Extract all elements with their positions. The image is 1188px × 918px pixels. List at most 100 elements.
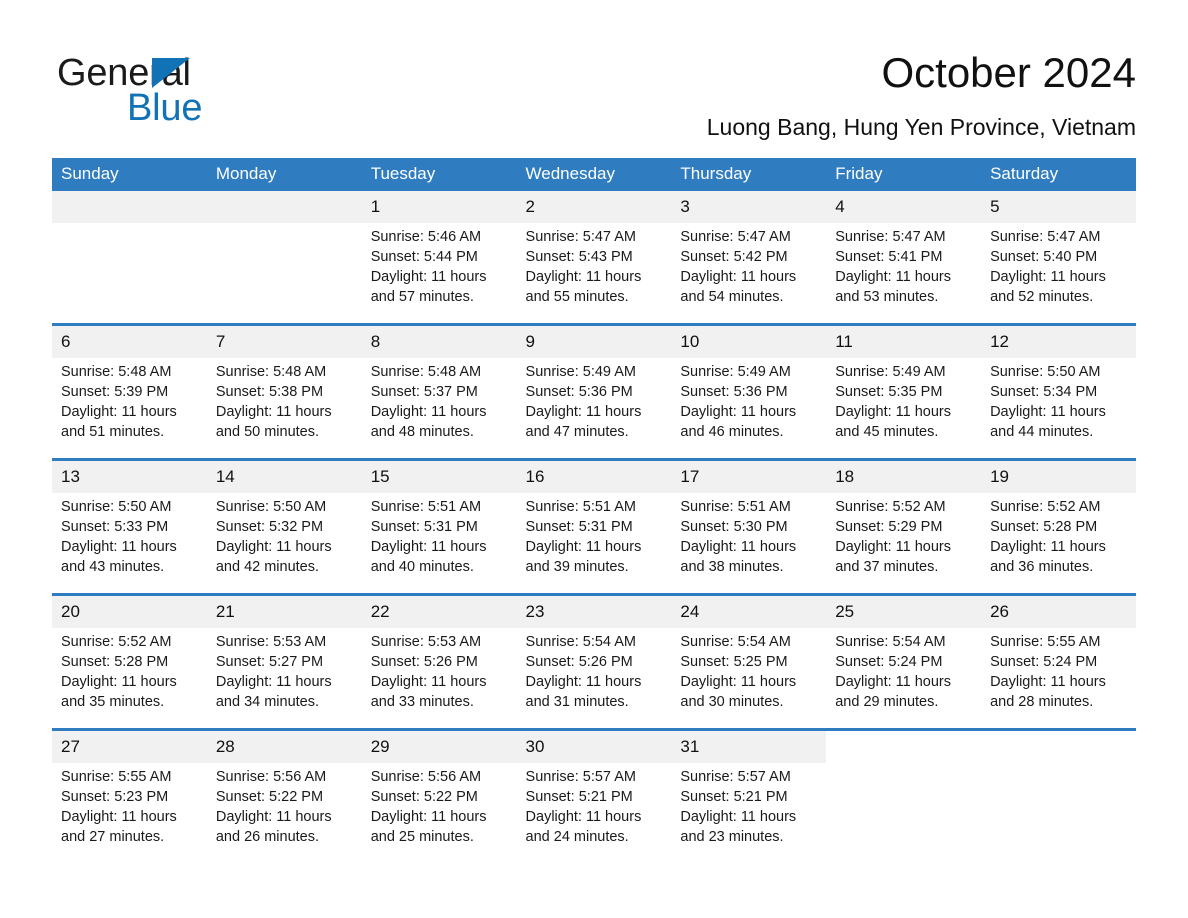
- daylight-duration-line2: and 51 minutes.: [61, 424, 165, 440]
- daylight-duration-line2: and 29 minutes.: [835, 694, 939, 710]
- sunset-time: Sunset: 5:36 PM: [525, 384, 633, 400]
- daylight-duration-line1: Daylight: 11 hours: [525, 269, 642, 285]
- calendar-week-row: 6 Sunrise: 5:48 AM Sunset: 5:39 PM Daylight…: [52, 323, 1136, 460]
- calendar-cell-empty: [206, 191, 362, 325]
- sunrise-time: Sunrise: 5:54 AM: [525, 634, 636, 650]
- day-sun-info: Sunrise: 5:56 AM Sunset: 5:22 PM Daylight:…: [362, 763, 517, 847]
- calendar-day-cell[interactable]: 6 Sunrise: 5:48 AM Sunset: 5:39 PM Daylight…: [52, 323, 207, 460]
- daylight-duration-line2: and 52 minutes.: [990, 289, 1094, 305]
- calendar-day-cell[interactable]: 22 Sunrise: 5:53 AM Sunset: 5:26 PM Dayligh…: [361, 593, 517, 730]
- calendar-day-cell[interactable]: 25 Sunrise: 5:54 AM Sunset: 5:24 PM Dayligh…: [826, 593, 982, 730]
- day-sun-info: Sunrise: 5:47 AM Sunset: 5:42 PM Daylight:…: [671, 223, 826, 307]
- daylight-duration-line2: and 40 minutes.: [370, 559, 474, 575]
- daylight-duration-line2: and 57 minutes.: [370, 289, 474, 305]
- daylight-duration-line1: Daylight: 11 hours: [990, 269, 1106, 285]
- day-sun-info: Sunrise: 5:49 AM Sunset: 5:35 PM Daylight:…: [826, 358, 981, 442]
- day-sun-info: Sunrise: 5:48 AM Sunset: 5:39 PM Daylight:…: [52, 358, 207, 442]
- calendar-day-cell[interactable]: 15 Sunrise: 5:51 AM Sunset: 5:31 PM Dayligh…: [361, 458, 517, 595]
- sunrise-time: Sunrise: 5:48 AM: [215, 364, 327, 380]
- calendar-day-cell[interactable]: 23 Sunrise: 5:54 AM Sunset: 5:26 PM Dayligh…: [516, 593, 672, 730]
- daylight-duration-line2: and 30 minutes.: [680, 694, 784, 710]
- calendar-day-cell[interactable]: 24 Sunrise: 5:54 AM Sunset: 5:25 PM Dayligh…: [671, 593, 827, 730]
- calendar-day-cell[interactable]: 11 Sunrise: 5:49 AM Sunset: 5:35 PM Dayligh…: [826, 323, 982, 460]
- day-number: 21: [206, 596, 362, 628]
- day-number: 24: [671, 596, 827, 628]
- sunset-time: Sunset: 5:32 PM: [215, 519, 324, 535]
- day-sun-info: Sunrise: 5:57 AM Sunset: 5:21 PM Daylight:…: [517, 763, 672, 847]
- calendar-day-cell[interactable]: 13 Sunrise: 5:50 AM Sunset: 5:33 PM Dayligh…: [52, 458, 207, 595]
- sunrise-time: Sunrise: 5:53 AM: [215, 634, 327, 650]
- daylight-duration-line1: Daylight: 11 hours: [990, 539, 1106, 555]
- calendar-day-cell[interactable]: 7 Sunrise: 5:48 AM Sunset: 5:38 PM Daylight…: [206, 323, 362, 460]
- sunset-time: Sunset: 5:24 PM: [835, 654, 943, 670]
- daylight-duration-line1: Daylight: 11 hours: [370, 269, 487, 285]
- sunrise-time: Sunrise: 5:47 AM: [835, 229, 946, 245]
- sunrise-time: Sunrise: 5:48 AM: [61, 364, 172, 380]
- daylight-duration-line2: and 36 minutes.: [990, 559, 1094, 575]
- sunset-time: Sunset: 5:23 PM: [61, 789, 169, 805]
- calendar-cell-empty: [981, 728, 1136, 863]
- sunset-time: Sunset: 5:38 PM: [215, 384, 324, 400]
- sunrise-time: Sunrise: 5:50 AM: [215, 499, 327, 515]
- calendar-day-cell[interactable]: 10 Sunrise: 5:49 AM Sunset: 5:36 PM Dayligh…: [671, 323, 827, 460]
- daylight-duration-line2: and 31 minutes.: [525, 694, 629, 710]
- daylight-duration-line2: and 45 minutes.: [835, 424, 939, 440]
- calendar-day-cell[interactable]: 12 Sunrise: 5:50 AM Sunset: 5:34 PM Dayligh…: [981, 323, 1136, 460]
- calendar-day-cell[interactable]: 26 Sunrise: 5:55 AM Sunset: 5:24 PM Dayligh…: [981, 593, 1136, 730]
- day-number: 6: [52, 326, 207, 358]
- daylight-duration-line2: and 35 minutes.: [61, 694, 165, 710]
- calendar-day-cell[interactable]: 20 Sunrise: 5:52 AM Sunset: 5:28 PM Dayligh…: [52, 593, 207, 730]
- calendar-day-cell[interactable]: 14 Sunrise: 5:50 AM Sunset: 5:32 PM Dayligh…: [206, 458, 362, 595]
- daylight-duration-line2: and 43 minutes.: [61, 559, 165, 575]
- calendar-day-cell[interactable]: 1 Sunrise: 5:46 AM Sunset: 5:44 PM Daylight…: [361, 191, 517, 325]
- calendar-day-cell[interactable]: 3 Sunrise: 5:47 AM Sunset: 5:42 PM Daylight…: [671, 191, 827, 325]
- calendar-day-cell[interactable]: 4 Sunrise: 5:47 AM Sunset: 5:41 PM Daylight…: [826, 191, 982, 325]
- daylight-duration-line1: Daylight: 11 hours: [835, 269, 952, 285]
- calendar-day-cell[interactable]: 21 Sunrise: 5:53 AM Sunset: 5:27 PM Dayligh…: [206, 593, 362, 730]
- weekday-header-sunday: Sunday: [52, 158, 207, 191]
- sunset-time: Sunset: 5:34 PM: [990, 384, 1098, 400]
- weekday-header-thursday: Thursday: [671, 158, 827, 191]
- calendar-day-cell[interactable]: 2 Sunrise: 5:47 AM Sunset: 5:43 PM Daylight…: [516, 191, 672, 325]
- calendar-day-cell[interactable]: 16 Sunrise: 5:51 AM Sunset: 5:31 PM Dayligh…: [516, 458, 672, 595]
- day-number: 23: [516, 596, 672, 628]
- day-sun-info: Sunrise: 5:51 AM Sunset: 5:31 PM Daylight:…: [362, 493, 517, 577]
- day-sun-info: Sunrise: 5:54 AM Sunset: 5:26 PM Daylight:…: [517, 628, 672, 712]
- calendar-day-cell[interactable]: 28 Sunrise: 5:56 AM Sunset: 5:22 PM Dayligh…: [206, 728, 362, 863]
- calendar-day-cell[interactable]: 27 Sunrise: 5:55 AM Sunset: 5:23 PM Dayligh…: [52, 728, 207, 863]
- sunset-time: Sunset: 5:36 PM: [680, 384, 788, 400]
- calendar-day-cell[interactable]: 8 Sunrise: 5:48 AM Sunset: 5:37 PM Daylight…: [361, 323, 517, 460]
- sunset-time: Sunset: 5:42 PM: [680, 249, 788, 265]
- sunrise-time: Sunrise: 5:51 AM: [525, 499, 636, 515]
- calendar-day-cell[interactable]: 9 Sunrise: 5:49 AM Sunset: 5:36 PM Daylight…: [516, 323, 672, 460]
- day-sun-info: Sunrise: 5:53 AM Sunset: 5:26 PM Daylight:…: [362, 628, 517, 712]
- sunset-time: Sunset: 5:30 PM: [680, 519, 788, 535]
- day-number: [206, 191, 362, 223]
- sunrise-time: Sunrise: 5:57 AM: [525, 769, 636, 785]
- sunset-time: Sunset: 5:43 PM: [525, 249, 633, 265]
- calendar-day-cell[interactable]: 31 Sunrise: 5:57 AM Sunset: 5:21 PM Dayligh…: [671, 728, 827, 863]
- daylight-duration-line2: and 47 minutes.: [525, 424, 629, 440]
- calendar-day-cell[interactable]: 18 Sunrise: 5:52 AM Sunset: 5:29 PM Dayligh…: [826, 458, 982, 595]
- day-sun-info: Sunrise: 5:48 AM Sunset: 5:37 PM Daylight:…: [362, 358, 517, 442]
- sunrise-time: Sunrise: 5:46 AM: [370, 229, 482, 245]
- daylight-duration-line1: Daylight: 11 hours: [370, 539, 487, 555]
- sunset-time: Sunset: 5:28 PM: [990, 519, 1098, 535]
- daylight-duration-line1: Daylight: 11 hours: [215, 809, 332, 825]
- calendar-day-cell[interactable]: 29 Sunrise: 5:56 AM Sunset: 5:22 PM Dayligh…: [361, 728, 517, 863]
- calendar-day-cell[interactable]: 17 Sunrise: 5:51 AM Sunset: 5:30 PM Dayligh…: [671, 458, 827, 595]
- weekday-header-wednesday: Wednesday: [516, 158, 672, 191]
- calendar-day-cell[interactable]: 5 Sunrise: 5:47 AM Sunset: 5:40 PM Daylight…: [981, 191, 1136, 325]
- sunrise-time: Sunrise: 5:51 AM: [680, 499, 791, 515]
- daylight-duration-line2: and 23 minutes.: [680, 829, 784, 845]
- day-number: [52, 191, 207, 223]
- calendar-day-cell[interactable]: 30 Sunrise: 5:57 AM Sunset: 5:21 PM Dayligh…: [516, 728, 672, 863]
- calendar-day-cell[interactable]: 19 Sunrise: 5:52 AM Sunset: 5:28 PM Dayligh…: [981, 458, 1136, 595]
- day-number: 17: [671, 461, 827, 493]
- daylight-duration-line1: Daylight: 11 hours: [61, 404, 177, 420]
- calendar-week-row: 13 Sunrise: 5:50 AM Sunset: 5:33 PM Dayligh…: [52, 458, 1136, 595]
- day-sun-info: Sunrise: 5:47 AM Sunset: 5:43 PM Daylight:…: [517, 223, 672, 307]
- day-number: 14: [206, 461, 362, 493]
- daylight-duration-line2: and 54 minutes.: [680, 289, 784, 305]
- daylight-duration-line1: Daylight: 11 hours: [370, 404, 487, 420]
